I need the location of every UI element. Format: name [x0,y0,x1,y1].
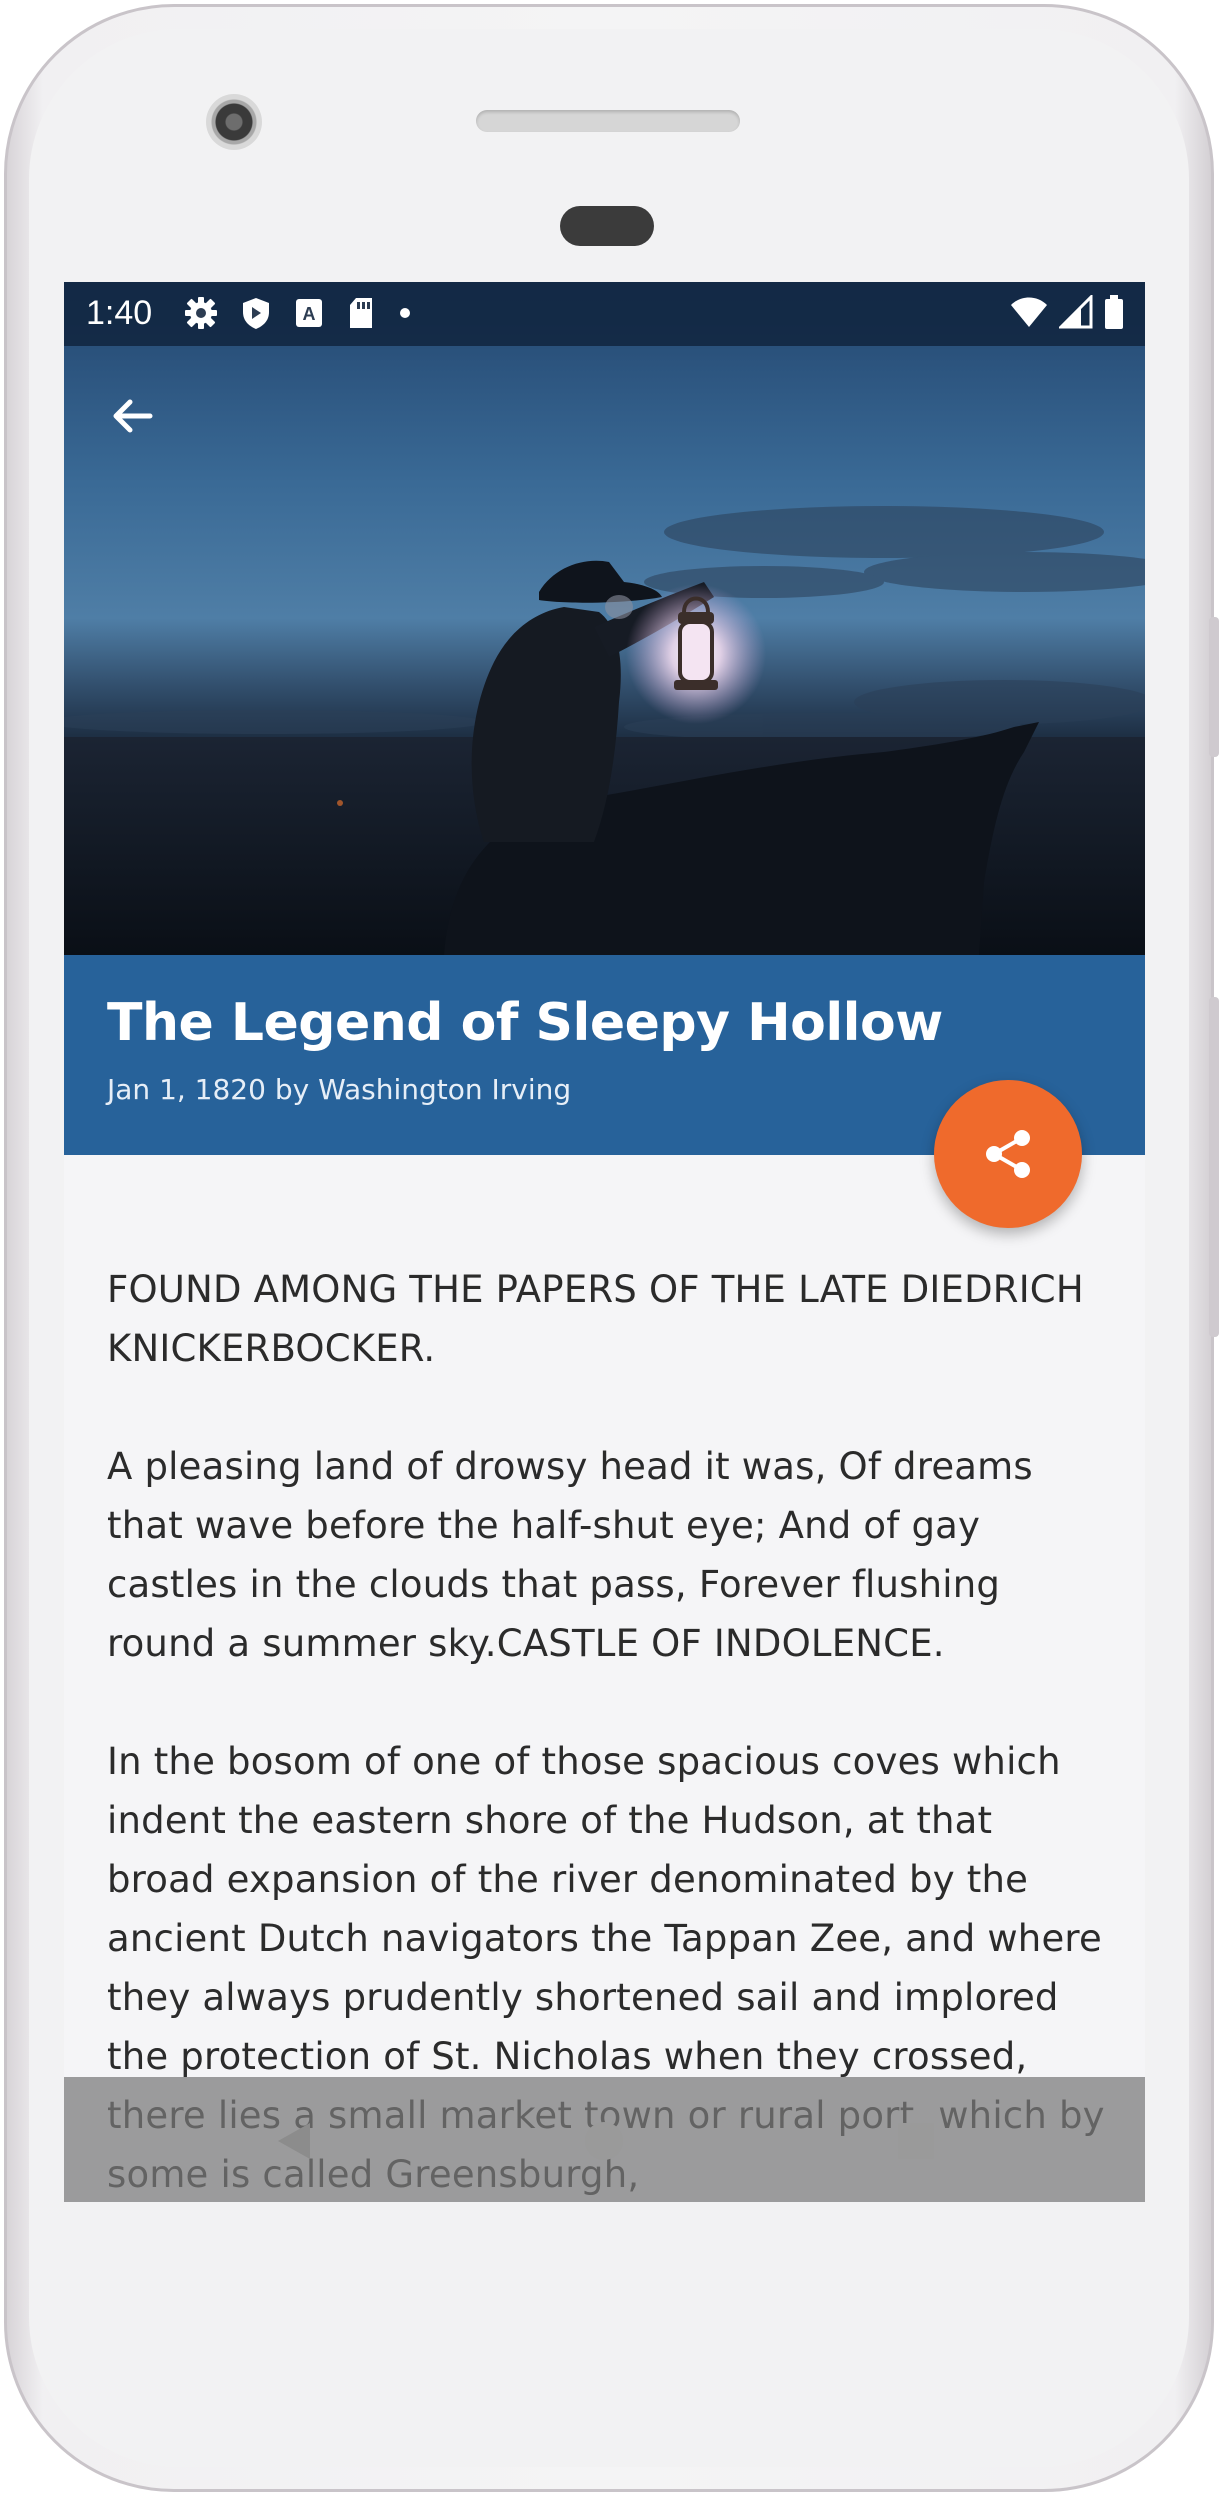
wifi-icon [1011,297,1047,327]
article-title: The Legend of Sleepy Hollow [107,993,943,1053]
svg-text:A: A [303,304,316,324]
sd-card-icon [350,298,372,328]
arrow-left-icon [113,399,153,433]
gear-icon [185,297,217,329]
status-bar: 1:40 A [64,282,1145,346]
a-icon: A [296,299,322,327]
front-camera [206,94,262,150]
status-icons-left: A [184,296,412,330]
article-paragraph: A pleasing land of drowsy head it was, O… [107,1445,1033,1665]
back-triangle-icon [278,2123,310,2159]
battery-icon [1105,295,1123,329]
navigation-bar [64,2077,1145,2202]
nav-home-button[interactable] [582,2119,626,2167]
volume-button [1209,617,1219,757]
article-meta: Jan 1, 1820 by Washington Irving [107,1073,572,1106]
status-time: 1:40 [86,294,153,332]
speaker-grille [476,110,740,132]
article-body: FOUND AMONG THE PAPERS OF THE LATE DIEDR… [107,1260,1107,2202]
nav-back-button[interactable] [272,2119,316,2167]
app-screen: 1:40 A The Legend of Sleepy Hollow Jan 1… [64,282,1145,2202]
power-button [1209,997,1219,1337]
share-icon [986,1130,1030,1178]
home-circle-icon [585,2122,623,2160]
signal-icon [1059,295,1093,329]
earpiece [560,206,654,246]
nav-recents-button[interactable] [894,2119,938,2167]
share-button[interactable] [934,1080,1082,1228]
back-button[interactable] [104,388,160,444]
recents-square-icon [898,2123,934,2159]
hero-image [64,282,1145,955]
status-icons-right [1009,294,1125,330]
shield-icon [243,298,269,329]
dot-icon [400,308,410,318]
article-paragraph: FOUND AMONG THE PAPERS OF THE LATE DIEDR… [107,1268,1084,1370]
